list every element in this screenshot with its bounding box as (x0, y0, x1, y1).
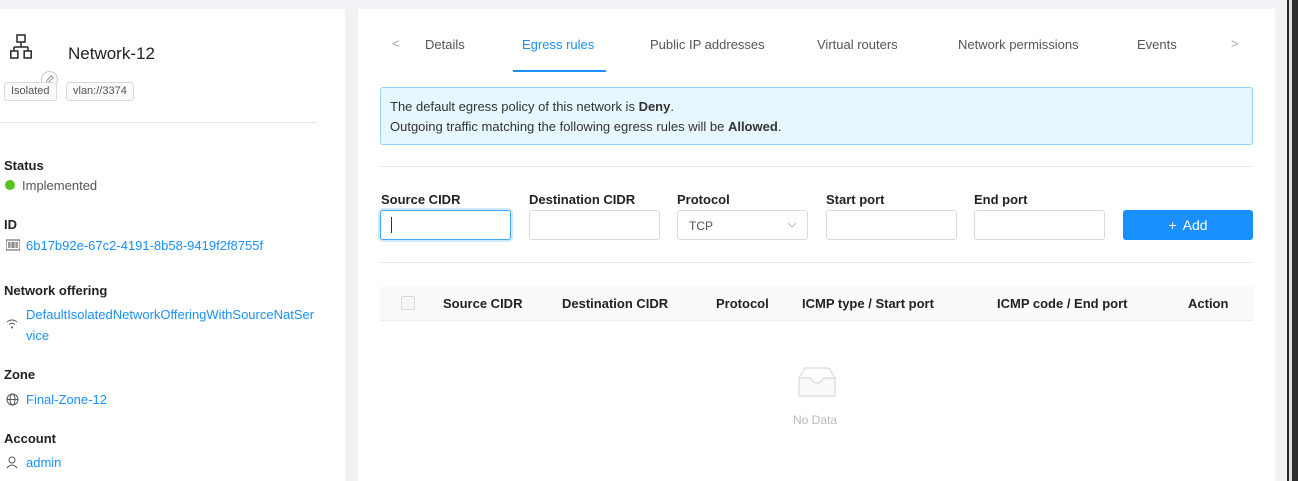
start-port-input[interactable] (826, 210, 957, 240)
scrollbar-track[interactable] (1289, 0, 1292, 481)
chevron-down-icon (787, 222, 797, 228)
user-icon (6, 456, 18, 469)
end-port-label: End port (974, 192, 1028, 207)
tag-vlan: vlan://3374 (66, 82, 134, 101)
status-indicator (5, 180, 15, 190)
col-icmp-code-end-port: ICMP code / End port (997, 296, 1128, 311)
tab-public-ip-addresses[interactable]: Public IP addresses (650, 37, 765, 52)
network-offering-label: Network offering (4, 283, 108, 298)
barcode-icon (6, 239, 20, 251)
col-source-cidr: Source CIDR (443, 296, 523, 311)
tabs-card (358, 9, 1275, 481)
network-name: Network-12 (68, 44, 155, 63)
divider (380, 166, 1253, 167)
egress-rules-table-header: Source CIDR Destination CIDR Protocol IC… (380, 286, 1253, 321)
tab-network-permissions[interactable]: Network permissions (958, 37, 1079, 52)
protocol-label: Protocol (677, 192, 730, 207)
add-rule-button[interactable]: + Add (1123, 210, 1253, 240)
tab-virtual-routers[interactable]: Virtual routers (817, 37, 898, 52)
select-all-checkbox[interactable] (401, 296, 415, 310)
tag-isolated: Isolated (4, 82, 57, 101)
start-port-label: Start port (826, 192, 885, 207)
status-value: Implemented (22, 178, 98, 193)
egress-policy-alert: The default egress policy of this networ… (380, 87, 1253, 145)
tab-events[interactable]: Events (1137, 37, 1177, 52)
alert-line-1: The default egress policy of this networ… (390, 99, 674, 114)
source-cidr-label: Source CIDR (381, 192, 461, 207)
resource-id-link[interactable]: 6b17b92e-67c2-4191-8b58-9419f2f8755f (26, 238, 263, 253)
add-button-label: Add (1182, 217, 1208, 233)
col-destination-cidr: Destination CIDR (562, 296, 669, 311)
tab-prev-arrow[interactable]: < (392, 36, 400, 51)
alert-line-2: Outgoing traffic matching the following … (390, 119, 782, 134)
tab-next-arrow[interactable]: > (1231, 36, 1239, 51)
end-port-input[interactable] (974, 210, 1105, 240)
tab-details[interactable]: Details (425, 37, 465, 52)
status-label: Status (4, 158, 44, 173)
globe-icon (6, 393, 19, 406)
network-icon (10, 34, 32, 59)
active-tab-indicator (513, 70, 606, 72)
col-icmp-type-start-port: ICMP type / Start port (802, 296, 934, 311)
account-label: Account (4, 431, 56, 446)
destination-cidr-label: Destination CIDR (529, 192, 636, 207)
destination-cidr-input[interactable] (529, 210, 660, 240)
col-action: Action (1188, 296, 1229, 311)
empty-inbox-icon (798, 367, 836, 397)
id-label: ID (4, 217, 17, 232)
wifi-icon (6, 319, 18, 329)
zone-label: Zone (4, 367, 36, 382)
col-protocol: Protocol (716, 296, 769, 311)
tab-egress-rules[interactable]: Egress rules (522, 37, 594, 52)
account-link[interactable]: admin (26, 455, 61, 470)
network-offering-link-cont[interactable]: vice (26, 328, 49, 343)
protocol-select[interactable]: TCP (677, 210, 808, 240)
text-caret (391, 217, 392, 233)
protocol-selected-value: TCP (689, 219, 713, 233)
plus-icon: + (1168, 217, 1177, 233)
network-offering-link[interactable]: DefaultIsolatedNetworkOfferingWithSource… (26, 307, 314, 322)
divider (0, 122, 317, 123)
divider (380, 262, 1253, 263)
zone-link[interactable]: Final-Zone-12 (26, 392, 107, 407)
source-cidr-input[interactable] (380, 210, 511, 240)
empty-state-text: No Data (793, 413, 838, 427)
